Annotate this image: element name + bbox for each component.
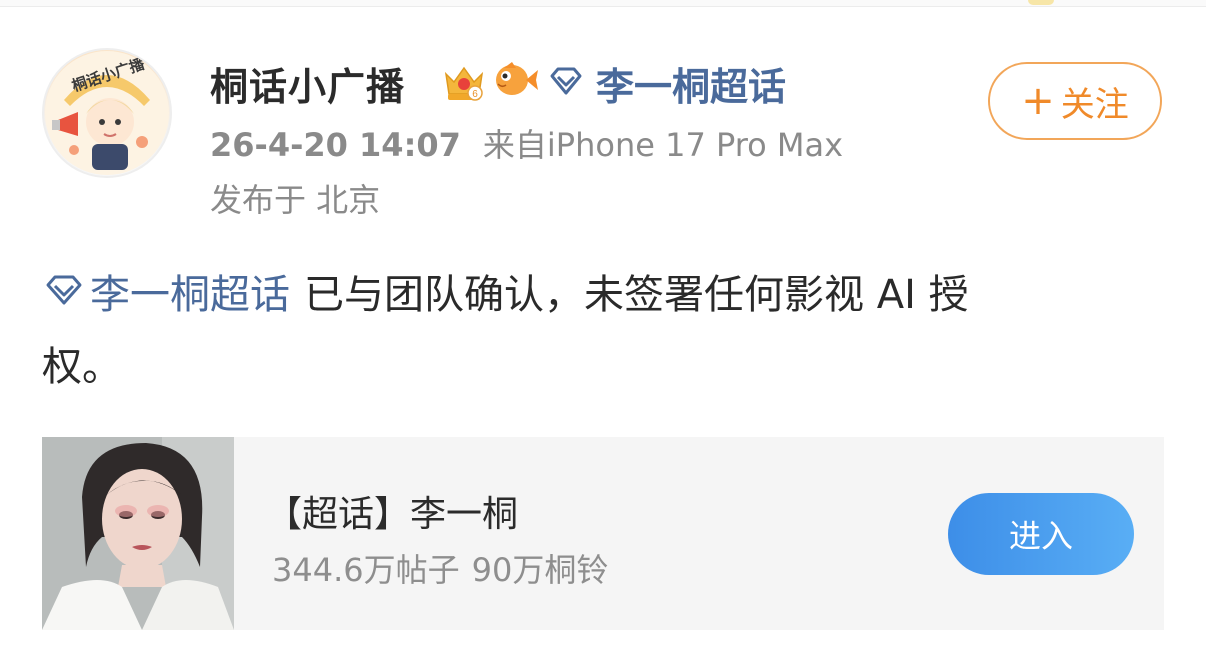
user-avatar[interactable]: 桐话小广播 [42,48,172,178]
body-topic-link[interactable]: 李一桐超话 [90,272,290,318]
post-time: 26-4-20 14:07 [210,126,461,164]
top-accent-shape [1028,0,1054,5]
svg-text:6: 6 [472,89,478,100]
supertopic-card[interactable]: 【超话】李一桐 344.6万帖子 90万桐铃 进入 [42,437,1164,630]
fish-badge-icon[interactable] [492,58,540,102]
follow-label: 关注 [1060,84,1129,125]
diamond-topic-icon [46,275,82,305]
username[interactable]: 桐话小广播 [210,56,405,111]
supertopic-title: 【超话】李一桐 [266,494,519,535]
topic-link[interactable]: 李一桐超话 [596,56,786,111]
supertopic-stats: 344.6万帖子 90万桐铃 [272,545,608,591]
portrait-image-icon [42,437,234,630]
post-body-text: 已与团队确认，未签署任何影视 AI 授 [304,272,969,318]
post-source: 来自iPhone 17 Pro Max [482,126,844,164]
post-body-line-2: 权。 [42,344,122,390]
post-meta: 26-4-20 14:07 来自iPhone 17 Pro Max [210,120,843,166]
post-body-line-1: 李一桐超话 已与团队确认，未签署任何影视 AI 授 [90,262,969,320]
top-divider [0,0,1206,7]
follow-button[interactable]: + 关注 [988,62,1162,140]
diamond-topic-icon [550,67,582,95]
posts-count: 344.6万帖子 [272,551,460,589]
enter-button[interactable]: 进入 [948,493,1134,575]
post-location: 发布于 北京 [210,181,381,219]
crown-level-badge-icon[interactable]: 6 [442,60,486,104]
plus-icon: + [1021,78,1055,124]
supertopic-thumbnail[interactable] [42,437,234,630]
members-count: 90万桐铃 [471,551,609,589]
